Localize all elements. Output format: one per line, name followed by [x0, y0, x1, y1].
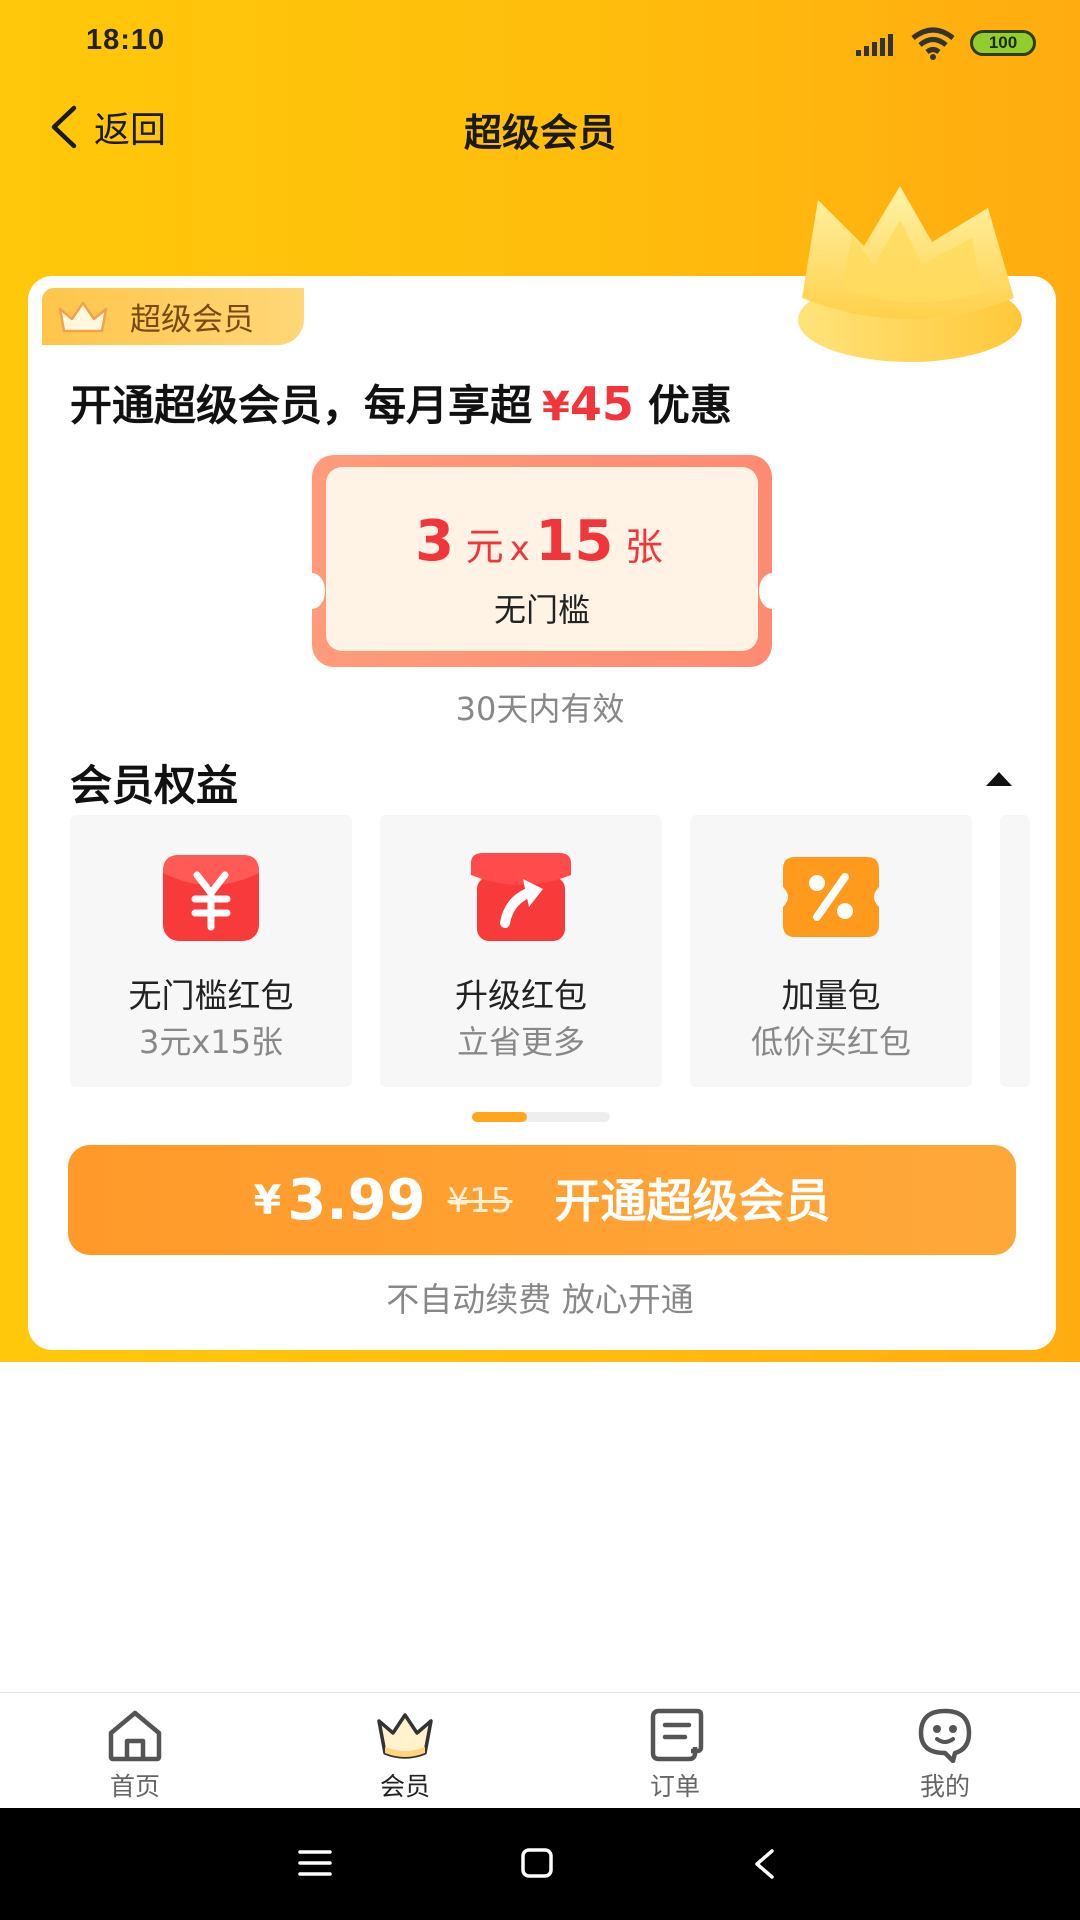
crown-icon [58, 301, 108, 332]
percent-coupon-icon [783, 857, 879, 937]
offer-headline: 开通超级会员，每月享超 ¥45 优惠 [70, 372, 732, 433]
purchase-note: 不自动续费 放心开通 [386, 1280, 694, 1319]
back-triangle-icon[interactable] [752, 1848, 776, 1880]
collapse-up-icon[interactable] [984, 768, 1014, 788]
upgrade-red-envelope-icon [471, 853, 571, 941]
benefit-subtitle: 3元x15张 [138, 1023, 284, 1061]
tab-member[interactable]: 会员 [325, 1693, 485, 1809]
benefit-subtitle: 立省更多 [456, 1023, 585, 1061]
status-time: 18:10 [86, 24, 166, 56]
coupon-count: 15 [535, 509, 614, 574]
benefit-card[interactable]: 升级红包 立省更多 [380, 815, 662, 1087]
badge-label: 超级会员 [130, 302, 254, 338]
tab-orders[interactable]: 订单 [595, 1693, 755, 1809]
headline-currency: ¥ [542, 384, 570, 430]
purchase-button[interactable]: ¥3.99 ¥15 开通超级会员 [68, 1145, 1016, 1255]
home-square-icon[interactable] [520, 1848, 554, 1878]
coupon-amount: 3 [415, 509, 455, 574]
purchase-price: 3.99 [287, 1167, 426, 1233]
bottom-tab-bar: 首页 会员 订单 我的 [0, 1692, 1080, 1809]
home-icon [108, 1710, 162, 1762]
benefit-title: 升级红包 [455, 976, 587, 1015]
purchase-label: 开通超级会员 [554, 1173, 831, 1228]
signal-icon [856, 34, 893, 56]
status-bar: 18:10 100 [0, 0, 1080, 86]
profile-face-icon [918, 1708, 972, 1763]
red-envelope-yen-icon [163, 855, 259, 941]
order-receipt-icon [650, 1708, 704, 1762]
purchase-currency: ¥ [253, 1177, 282, 1224]
battery-icon: 100 [970, 30, 1036, 56]
tab-label: 首页 [109, 1772, 160, 1801]
benefit-title: 加量包 [781, 976, 881, 1015]
coupon-amount-unit: 元 [465, 525, 504, 569]
crown-illustration-icon [798, 186, 1022, 362]
tab-label: 订单 [649, 1772, 700, 1801]
headline-prefix: 开通超级会员，每月享超 [70, 381, 533, 430]
nav-bar: 返回 超级会员 [0, 90, 1080, 160]
coupon-notch-left [299, 573, 325, 609]
benefit-card[interactable]: 无门槛红包 3元x15张 [70, 815, 352, 1087]
benefit-card[interactable]: 加量包 低价买红包 [690, 815, 972, 1087]
coupon-inner: 3 元x 15 张 无门槛 [326, 467, 758, 651]
super-member-badge: 超级会员 [42, 288, 304, 345]
tab-label: 会员 [379, 1772, 430, 1801]
system-navigation-bar [0, 1808, 1080, 1920]
tab-profile[interactable]: 我的 [865, 1693, 1025, 1809]
headline-suffix: 优惠 [647, 381, 732, 430]
headline-amount: 45 [569, 377, 634, 431]
benefits-title: 会员权益 [70, 761, 239, 810]
validity-text: 30天内有效 [455, 690, 625, 728]
benefit-card-partial[interactable] [1000, 815, 1030, 1087]
tab-label: 我的 [919, 1772, 970, 1801]
menu-icon[interactable] [298, 1848, 332, 1878]
coupon-times: x [509, 529, 530, 569]
wifi-icon [911, 27, 955, 60]
carousel-indicator [472, 1112, 610, 1122]
coupon-value: 3 元x 15 张 [326, 509, 758, 574]
coupon-ticket: 3 元x 15 张 无门槛 [299, 455, 785, 667]
tab-home[interactable]: 首页 [55, 1693, 215, 1809]
coupon-count-unit: 张 [624, 525, 663, 569]
crown-icon [377, 1713, 433, 1759]
benefit-subtitle: 低价买红包 [750, 1023, 911, 1061]
coupon-notch-right [759, 573, 785, 609]
carousel-indicator-active [472, 1112, 528, 1122]
page-title: 超级会员 [463, 111, 616, 155]
benefit-title: 无门槛红包 [128, 976, 294, 1015]
original-price: ¥15 [447, 1180, 513, 1221]
coupon-condition: 无门槛 [493, 591, 590, 629]
